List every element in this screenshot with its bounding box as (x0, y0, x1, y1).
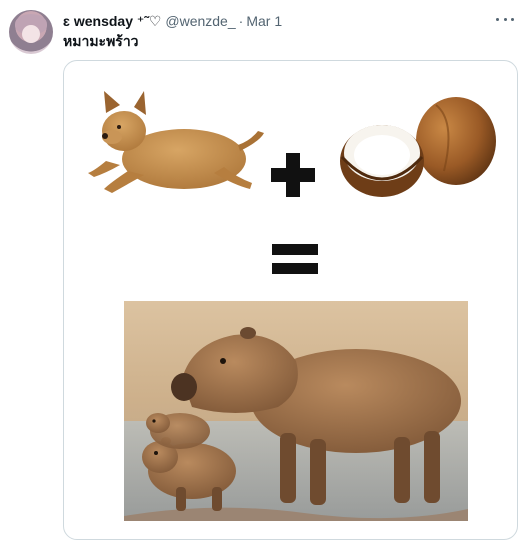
equals-symbol (272, 244, 318, 274)
more-dot (511, 17, 514, 21)
display-name[interactable]: ɛ wensday ⁺˜♡ (63, 13, 161, 29)
coconut-illustration (340, 97, 496, 197)
plus-symbol (271, 153, 315, 197)
more-dot (503, 17, 507, 21)
more-dot (496, 17, 499, 21)
media-card[interactable] (63, 60, 518, 540)
tweet-date[interactable]: Mar 1 (246, 13, 282, 29)
handle[interactable]: @wenzde_ (165, 13, 235, 29)
tweet[interactable]: ɛ wensday ⁺˜♡ @wenzde_ · Mar 1 หมามะพร้าว (0, 0, 526, 545)
tweet-text: หมามะพร้าว (63, 33, 139, 49)
capybara-photo (124, 301, 468, 521)
tweet-header: ɛ wensday ⁺˜♡ @wenzde_ · Mar 1 (63, 12, 282, 30)
meme-image (88, 91, 496, 521)
more-options-icon[interactable] (496, 12, 514, 26)
avatar[interactable] (9, 10, 53, 54)
avatar-face (22, 25, 40, 43)
separator-dot: · (238, 13, 244, 29)
dog-illustration (88, 91, 264, 193)
